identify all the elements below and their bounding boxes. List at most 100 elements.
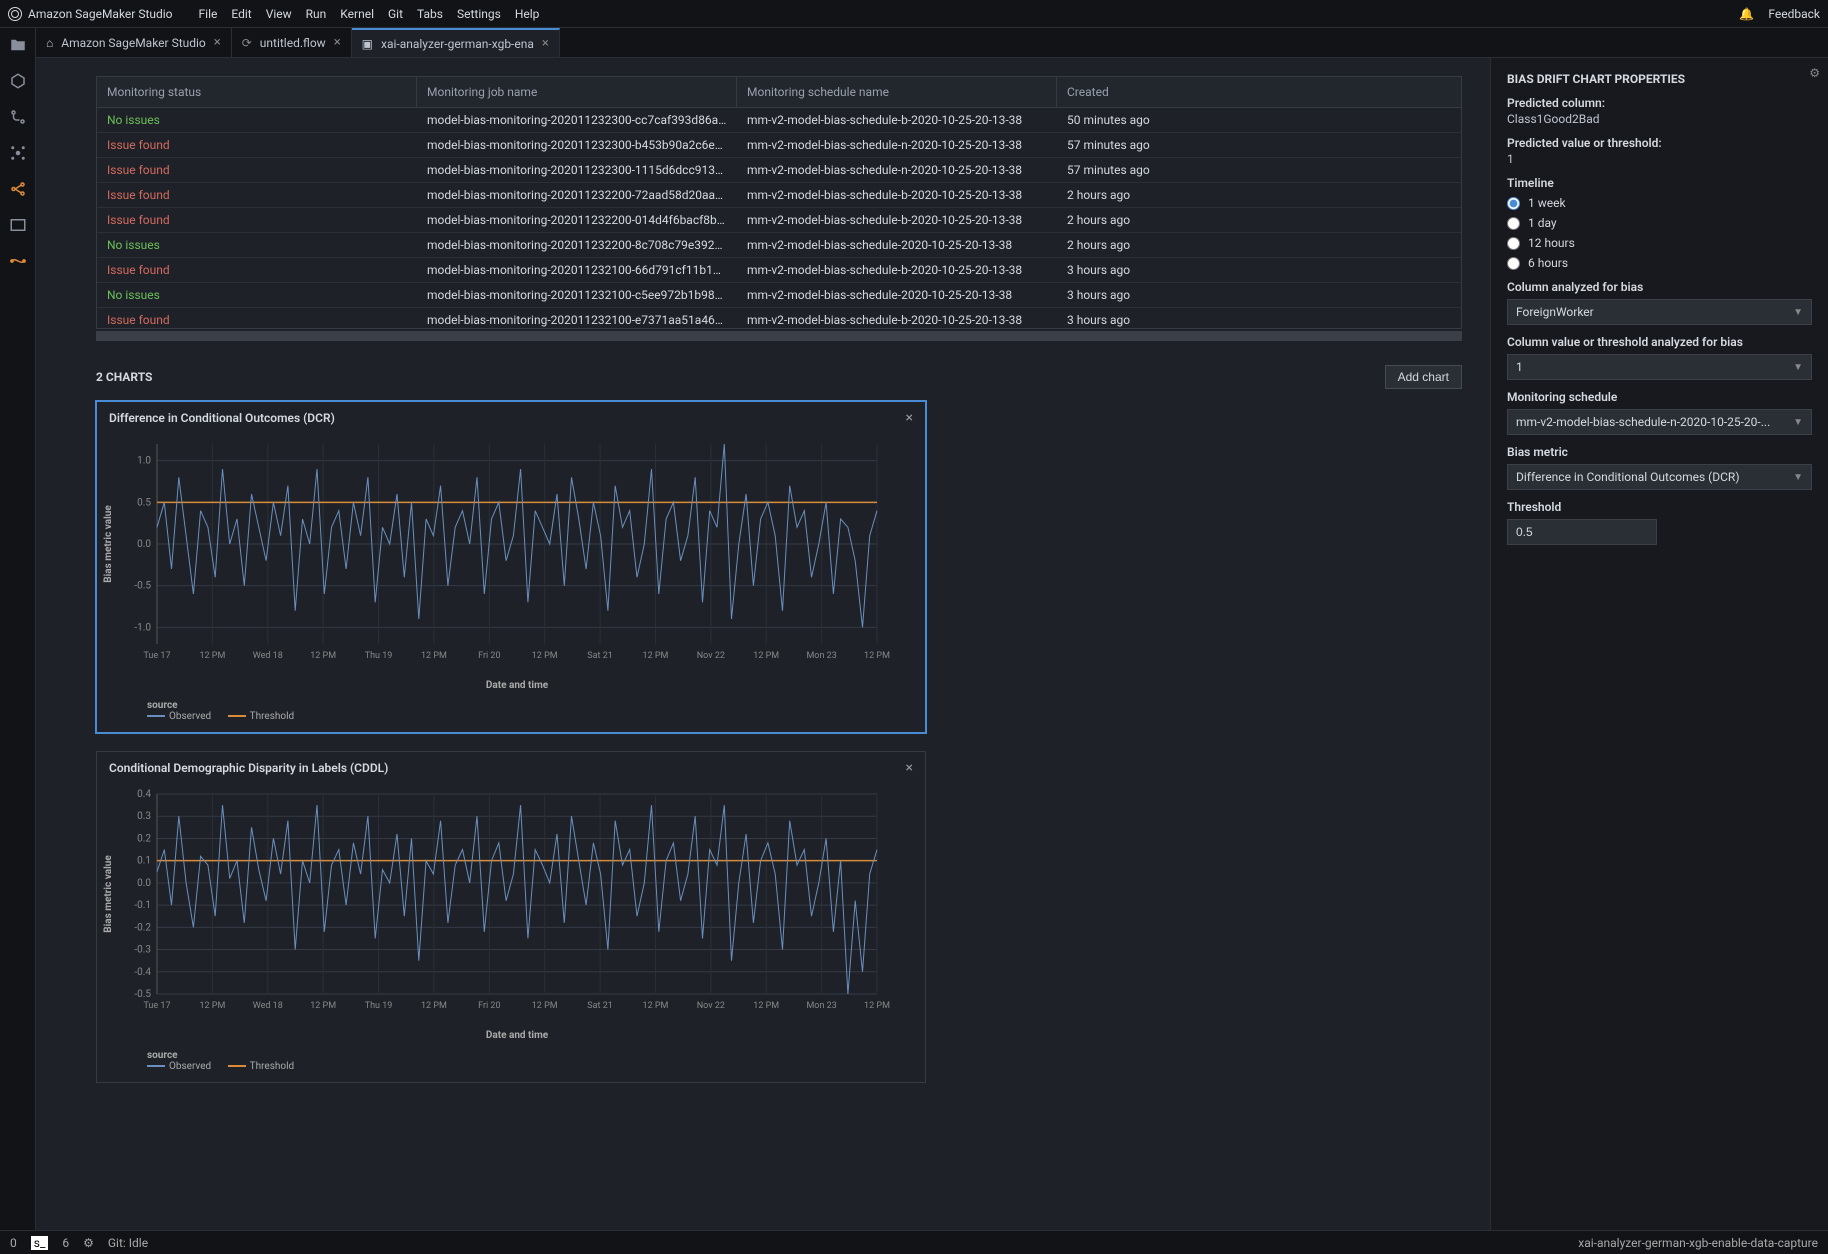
table-row[interactable]: No issues model-bias-monitoring-20201123… xyxy=(97,108,1461,133)
menu-tabs[interactable]: Tabs xyxy=(417,7,443,21)
status-warnings[interactable]: 6 xyxy=(62,1236,69,1250)
tab-xai[interactable]: ▣ xai-analyzer-german-xgb-ena × xyxy=(352,28,560,57)
svg-text:-0.5: -0.5 xyxy=(134,989,151,1000)
menu-settings[interactable]: Settings xyxy=(457,7,501,21)
extensions-icon[interactable] xyxy=(9,144,27,162)
table-row[interactable]: Issue found model-bias-monitoring-202011… xyxy=(97,258,1461,283)
table-row[interactable]: No issues model-bias-monitoring-20201123… xyxy=(97,233,1461,258)
svg-text:-0.4: -0.4 xyxy=(134,967,151,978)
main-content: Monitoring status Monitoring job name Mo… xyxy=(36,58,1490,1230)
close-icon[interactable]: × xyxy=(214,35,221,50)
col-header-created[interactable]: Created xyxy=(1057,77,1461,107)
close-icon[interactable]: × xyxy=(542,36,549,51)
svg-text:-0.2: -0.2 xyxy=(134,922,151,933)
menu-git[interactable]: Git xyxy=(388,7,403,21)
chevron-down-icon: ▼ xyxy=(1793,362,1803,373)
hexagon-icon[interactable] xyxy=(9,72,27,90)
flow-icon[interactable] xyxy=(9,180,27,198)
cell-job: model-bias-monitoring-202011232200-014d4… xyxy=(417,208,737,232)
tab-studio[interactable]: ⌂ Amazon SageMaker Studio × xyxy=(36,28,232,57)
menu-view[interactable]: View xyxy=(266,7,292,21)
radio-input[interactable] xyxy=(1507,237,1520,250)
threshold-input[interactable] xyxy=(1507,519,1657,545)
cell-status: Issue found xyxy=(97,158,417,182)
col-bias-select[interactable]: ForeignWorker▼ xyxy=(1507,299,1812,325)
cell-status: No issues xyxy=(97,233,417,257)
col-header-job[interactable]: Monitoring job name xyxy=(417,77,737,107)
cell-created: 3 hours ago xyxy=(1057,258,1461,282)
menu-run[interactable]: Run xyxy=(306,7,327,21)
svg-text:0.2: 0.2 xyxy=(137,833,151,844)
table-row[interactable]: Issue found model-bias-monitoring-202011… xyxy=(97,208,1461,233)
cell-schedule: mm-v2-model-bias-schedule-2020-10-25-20-… xyxy=(737,283,1057,307)
table-scrollbar[interactable] xyxy=(96,331,1462,341)
add-chart-button[interactable]: Add chart xyxy=(1385,365,1462,389)
close-icon[interactable]: × xyxy=(334,35,341,50)
svg-text:12 PM: 12 PM xyxy=(643,651,669,661)
charts-heading: 2 CHARTS xyxy=(96,370,152,384)
monitoring-table: Monitoring status Monitoring job name Mo… xyxy=(96,76,1462,329)
table-row[interactable]: Issue found model-bias-monitoring-202011… xyxy=(97,133,1461,158)
status-errors[interactable]: 0 xyxy=(10,1236,17,1250)
timeline-option[interactable]: 12 hours xyxy=(1507,236,1812,250)
svg-text:Date and time: Date and time xyxy=(486,1030,549,1041)
terminal-icon[interactable] xyxy=(9,216,27,234)
cell-created: 2 hours ago xyxy=(1057,233,1461,257)
status-git[interactable]: Git: Idle xyxy=(108,1236,148,1250)
col-val-select[interactable]: 1▼ xyxy=(1507,354,1812,380)
col-header-status[interactable]: Monitoring status xyxy=(97,77,417,107)
menu-file[interactable]: File xyxy=(199,7,218,21)
menu-edit[interactable]: Edit xyxy=(231,7,251,21)
radio-input[interactable] xyxy=(1507,217,1520,230)
chart-card[interactable]: Difference in Conditional Outcomes (DCR)… xyxy=(96,401,926,733)
folder-icon[interactable] xyxy=(9,36,27,54)
svg-text:12 PM: 12 PM xyxy=(532,651,558,661)
svg-text:12 PM: 12 PM xyxy=(199,651,225,661)
doc-icon: ▣ xyxy=(362,37,373,51)
git-icon[interactable] xyxy=(9,108,27,126)
cell-schedule: mm-v2-model-bias-schedule-n-2020-10-25-2… xyxy=(737,158,1057,182)
bell-icon[interactable]: 🔔 xyxy=(1739,7,1754,21)
close-icon[interactable]: × xyxy=(906,410,913,426)
svg-text:-0.1: -0.1 xyxy=(134,900,151,911)
table-row[interactable]: No issues model-bias-monitoring-20201123… xyxy=(97,283,1461,308)
cell-job: model-bias-monitoring-202011232300-cc7ca… xyxy=(417,108,737,132)
cell-schedule: mm-v2-model-bias-schedule-n-2020-10-25-2… xyxy=(737,133,1057,157)
timeline-option[interactable]: 1 week xyxy=(1507,196,1812,210)
close-icon[interactable]: × xyxy=(906,760,913,776)
col-header-schedule[interactable]: Monitoring schedule name xyxy=(737,77,1057,107)
bias-metric-select[interactable]: Difference in Conditional Outcomes (DCR)… xyxy=(1507,464,1812,490)
chart-card[interactable]: Conditional Demographic Disparity in Lab… xyxy=(96,751,926,1083)
svg-text:Fri 20: Fri 20 xyxy=(478,651,500,661)
mon-sched-select[interactable]: mm-v2-model-bias-schedule-n-2020-10-25-2… xyxy=(1507,409,1812,435)
line-chart: 1.00.50.0-0.5-1.0Tue 1712 PMWed 1812 PMT… xyxy=(97,434,897,694)
svg-text:-1.0: -1.0 xyxy=(134,622,151,633)
svg-text:12 PM: 12 PM xyxy=(753,651,779,661)
status-gear-icon[interactable]: ⚙ xyxy=(83,1236,94,1250)
radio-label: 1 week xyxy=(1528,196,1566,210)
flow-tab-icon: ⟳ xyxy=(242,36,252,50)
tab-flow[interactable]: ⟳ untitled.flow × xyxy=(232,28,352,57)
status-kernel[interactable]: s_ xyxy=(31,1236,49,1250)
radio-input[interactable] xyxy=(1507,197,1520,210)
wrangler-icon[interactable] xyxy=(9,252,27,270)
table-row[interactable]: Issue found model-bias-monitoring-202011… xyxy=(97,183,1461,208)
panel-title: BIAS DRIFT CHART PROPERTIES xyxy=(1507,72,1812,86)
table-row[interactable]: Issue found model-bias-monitoring-202011… xyxy=(97,158,1461,183)
menu-kernel[interactable]: Kernel xyxy=(340,7,374,21)
menu-help[interactable]: Help xyxy=(515,7,540,21)
svg-text:Wed 18: Wed 18 xyxy=(253,1001,283,1011)
timeline-option[interactable]: 6 hours xyxy=(1507,256,1812,270)
svg-text:Nov 22: Nov 22 xyxy=(697,1001,725,1011)
svg-text:12 PM: 12 PM xyxy=(864,651,890,661)
radio-input[interactable] xyxy=(1507,257,1520,270)
cell-status: No issues xyxy=(97,108,417,132)
svg-text:Sat 21: Sat 21 xyxy=(587,651,613,661)
svg-text:0.1: 0.1 xyxy=(137,856,151,867)
table-row[interactable]: Issue found model-bias-monitoring-202011… xyxy=(97,308,1461,328)
gear-icon[interactable]: ⚙ xyxy=(1809,66,1820,80)
timeline-option[interactable]: 1 day xyxy=(1507,216,1812,230)
svg-text:-0.5: -0.5 xyxy=(134,581,151,592)
svg-text:Thu 19: Thu 19 xyxy=(365,651,393,661)
feedback-link[interactable]: Feedback xyxy=(1768,7,1820,21)
